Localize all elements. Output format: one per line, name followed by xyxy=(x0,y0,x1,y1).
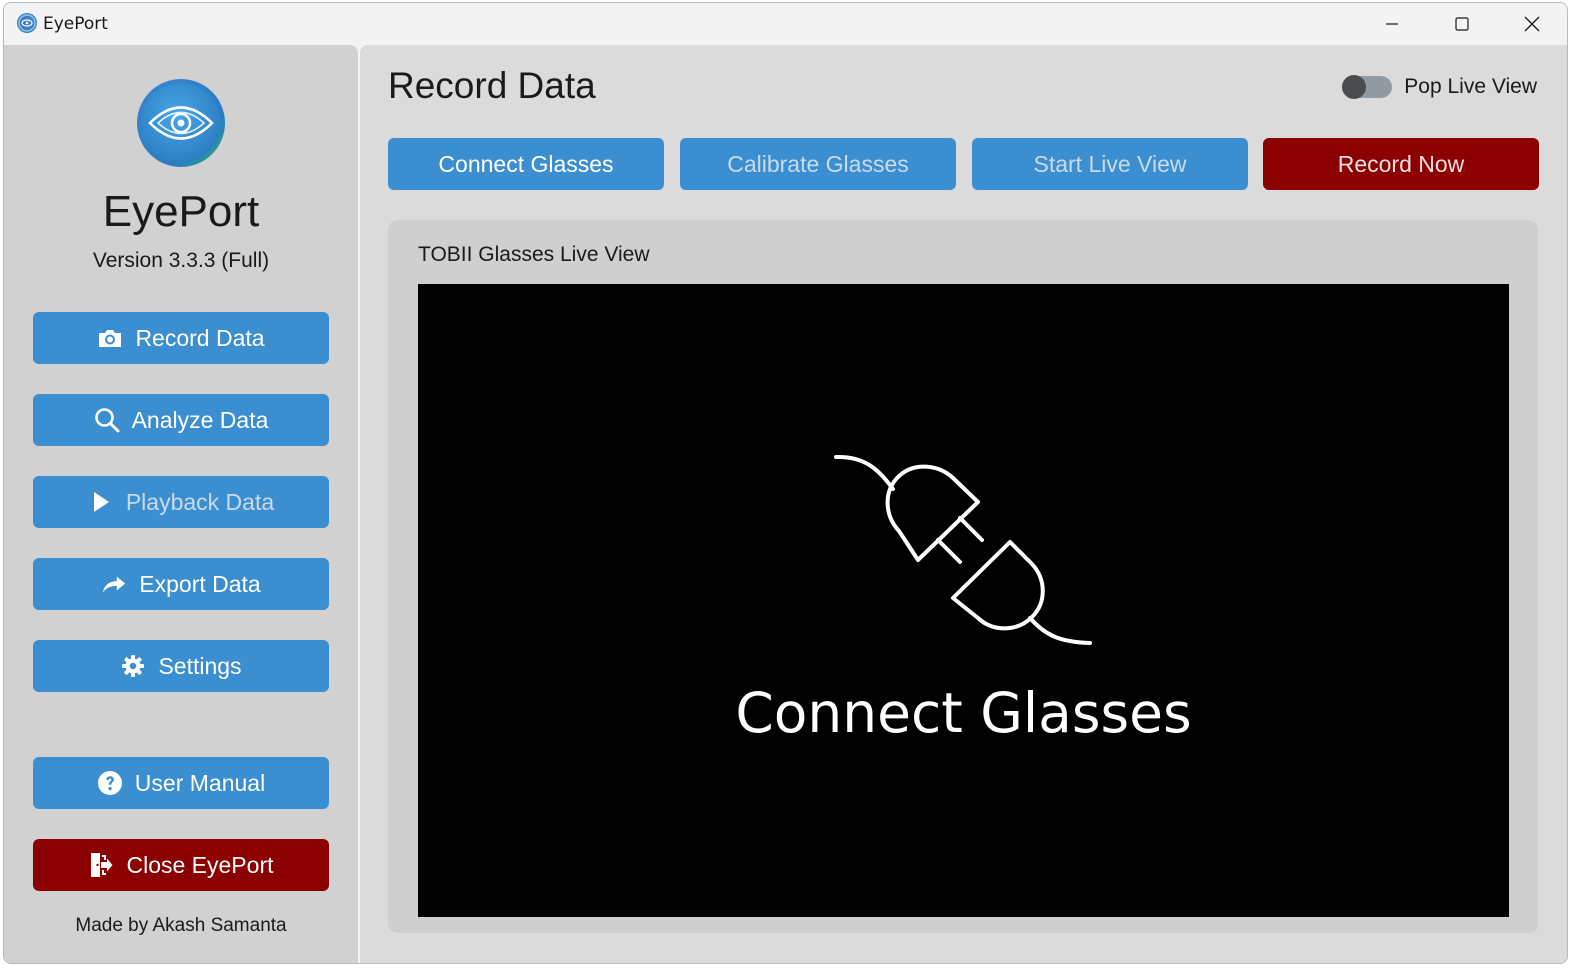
gear-icon xyxy=(120,653,146,679)
play-icon xyxy=(88,489,114,515)
eyeport-logo xyxy=(137,79,225,167)
title-bar: EyePort xyxy=(4,3,1567,45)
close-window-button[interactable] xyxy=(1497,3,1567,45)
analyze-data-label: Analyze Data xyxy=(131,406,269,433)
analyze-data-button[interactable]: Analyze Data xyxy=(33,394,329,446)
close-eyeport-button[interactable]: Close EyePort xyxy=(33,839,329,891)
main-panel: Record Data Pop Live View Connect Glasse… xyxy=(360,45,1567,963)
user-manual-label: User Manual xyxy=(134,769,266,796)
app-name: EyePort xyxy=(102,187,260,236)
record-data-label: Record Data xyxy=(135,324,265,351)
help-icon xyxy=(97,770,123,796)
close-eyeport-label: Close EyePort xyxy=(126,851,274,878)
exit-icon xyxy=(88,852,114,878)
maximize-icon xyxy=(1455,17,1469,31)
window-title: EyePort xyxy=(43,14,108,34)
eyeport-app-icon xyxy=(17,13,37,33)
live-view-frame: TOBII Glasses Live View Connect Glasses xyxy=(388,220,1538,933)
app-window: EyePort EyePort Version 3.3.3 (Full) Rec… xyxy=(3,2,1568,964)
search-icon xyxy=(94,407,120,433)
maximize-button[interactable] xyxy=(1427,3,1497,45)
sidebar: EyePort Version 3.3.3 (Full) Record Data… xyxy=(4,45,358,963)
page-title: Record Data xyxy=(388,65,596,106)
camera-icon xyxy=(97,325,123,351)
record-now-button[interactable]: Record Now xyxy=(1263,138,1539,190)
toggle-knob xyxy=(1342,75,1367,99)
credit-text: Made by Akash Samanta xyxy=(75,915,287,936)
user-manual-button[interactable]: User Manual xyxy=(33,757,329,809)
pop-live-view-toggle[interactable]: Pop Live View xyxy=(1342,75,1537,99)
export-data-button[interactable]: Export Data xyxy=(33,558,329,610)
calibrate-glasses-button[interactable]: Calibrate Glasses xyxy=(680,138,956,190)
minimize-icon xyxy=(1386,23,1398,25)
live-view-label: TOBII Glasses Live View xyxy=(418,243,650,266)
toggle-label: Pop Live View xyxy=(1404,75,1537,98)
connect-glasses-button[interactable]: Connect Glasses xyxy=(388,138,664,190)
settings-label: Settings xyxy=(158,652,242,679)
export-data-label: Export Data xyxy=(139,570,261,597)
live-view-canvas: Connect Glasses xyxy=(418,284,1509,917)
plug-icon xyxy=(834,454,1092,645)
record-data-button[interactable]: Record Data xyxy=(33,312,329,364)
close-icon xyxy=(1524,16,1540,32)
start-live-view-button[interactable]: Start Live View xyxy=(972,138,1248,190)
app-version: Version 3.3.3 (Full) xyxy=(92,249,270,272)
minimize-button[interactable] xyxy=(1357,3,1427,45)
toggle-switch[interactable] xyxy=(1342,75,1393,99)
playback-data-label: Playback Data xyxy=(125,488,275,515)
settings-button[interactable]: Settings xyxy=(33,640,329,692)
share-arrow-icon xyxy=(101,571,127,597)
connect-glasses-placeholder: Connect Glasses xyxy=(735,681,1192,745)
playback-data-button[interactable]: Playback Data xyxy=(33,476,329,528)
